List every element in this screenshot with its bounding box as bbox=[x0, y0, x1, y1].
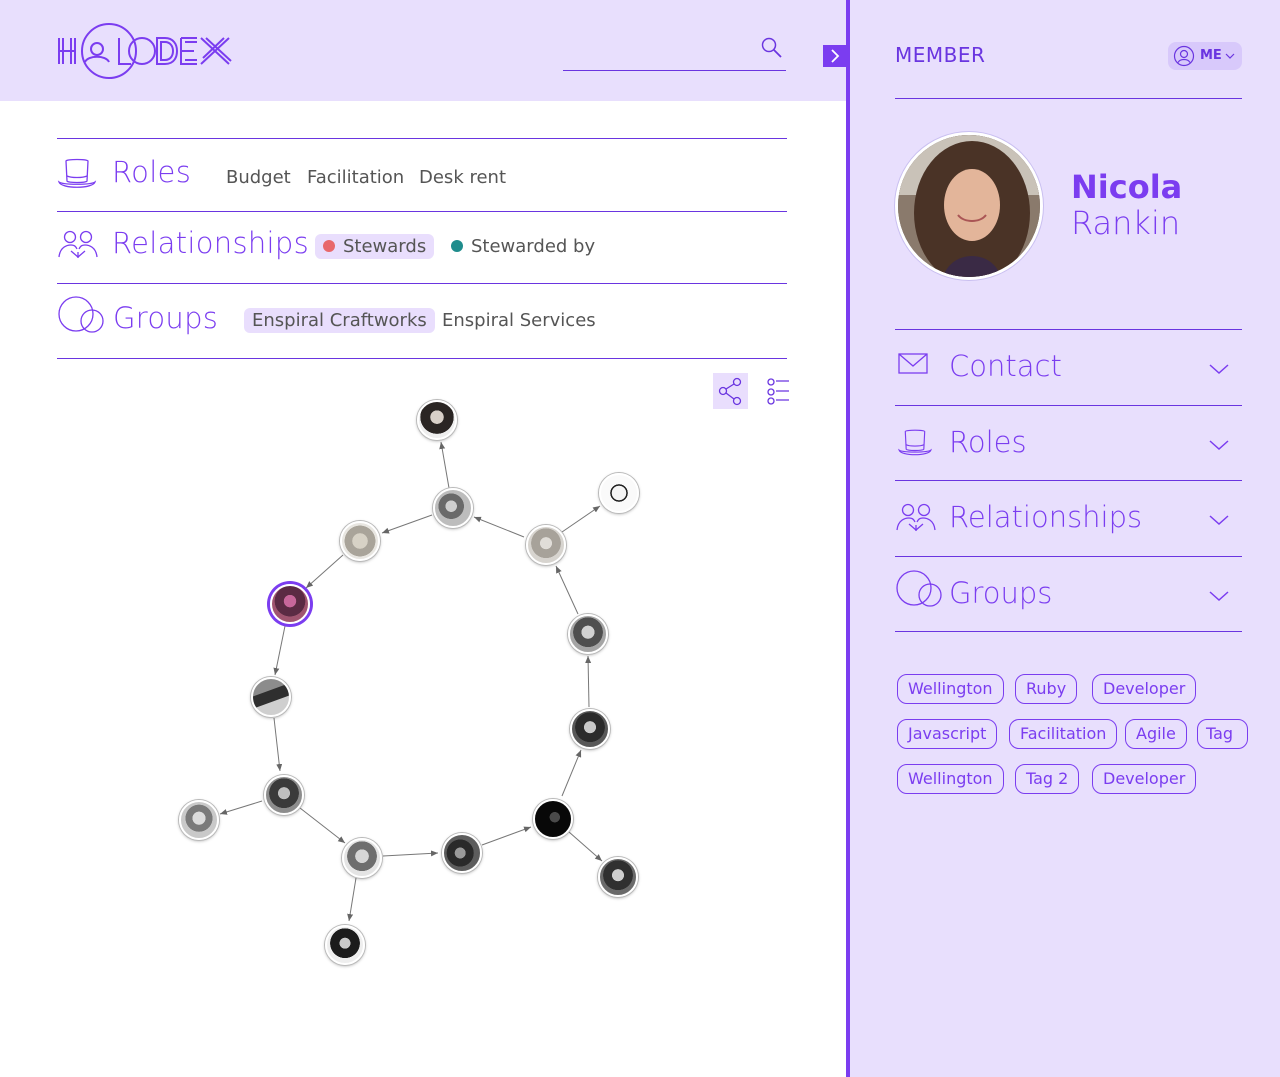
tag-chip[interactable]: Facilitation bbox=[1009, 719, 1118, 749]
tag-chip[interactable]: Wellington bbox=[897, 674, 1004, 704]
panel-header-divider bbox=[895, 98, 1242, 99]
member-node[interactable] bbox=[599, 473, 639, 513]
chevron-down-icon bbox=[1208, 360, 1230, 379]
accordion-roles[interactable]: Roles bbox=[895, 405, 1242, 480]
member-node[interactable] bbox=[342, 838, 382, 878]
chevron-down-icon bbox=[1208, 587, 1230, 606]
member-node[interactable] bbox=[251, 677, 291, 717]
member-node[interactable] bbox=[325, 925, 365, 965]
accordion-relationships-title: Relationships bbox=[949, 500, 1143, 534]
member-panel: MEMBER ME Nicola Rankin Contact Roles Re… bbox=[850, 0, 1280, 1077]
tag-chip[interactable]: Tag bbox=[1197, 719, 1248, 749]
main-area: Roles Budget Facilitation Desk rent Rela… bbox=[0, 0, 846, 1077]
member-node[interactable] bbox=[442, 833, 482, 873]
member-node[interactable] bbox=[568, 614, 608, 654]
member-last-name: Rankin bbox=[1071, 204, 1181, 242]
member-node[interactable] bbox=[533, 799, 573, 839]
member-node[interactable] bbox=[433, 488, 473, 528]
user-icon bbox=[1173, 45, 1195, 67]
chevron-down-icon bbox=[1208, 436, 1230, 455]
tag-chip[interactable]: Ruby bbox=[1015, 674, 1078, 704]
accordion-groups[interactable]: Groups bbox=[895, 556, 1242, 632]
top-hat-icon bbox=[895, 428, 935, 462]
panel-toggle-button[interactable] bbox=[823, 45, 846, 67]
relationship-graph-edges bbox=[219, 441, 603, 922]
member-node[interactable] bbox=[179, 800, 219, 840]
member-node[interactable] bbox=[598, 857, 638, 897]
member-node[interactable] bbox=[417, 400, 457, 440]
chevron-right-icon bbox=[831, 49, 840, 63]
accordion-contact-title: Contact bbox=[949, 349, 1062, 383]
member-node[interactable] bbox=[264, 775, 304, 815]
avatar bbox=[895, 132, 1043, 280]
member-node[interactable] bbox=[526, 525, 566, 565]
tag-chip[interactable]: Developer bbox=[1092, 674, 1197, 704]
chevron-down-icon bbox=[1208, 511, 1230, 530]
accordion-contact[interactable]: Contact bbox=[895, 329, 1242, 404]
panel-label: MEMBER bbox=[895, 43, 986, 67]
accordion-roles-title: Roles bbox=[949, 425, 1027, 459]
tag-chip[interactable]: Developer bbox=[1092, 764, 1197, 794]
member-node[interactable] bbox=[570, 709, 610, 749]
accordion-groups-title: Groups bbox=[949, 576, 1053, 610]
tag-chip[interactable]: Wellington bbox=[897, 764, 1004, 794]
envelope-icon bbox=[895, 348, 929, 378]
member-node-selected[interactable] bbox=[270, 584, 310, 624]
tag-chip[interactable]: Tag 2 bbox=[1015, 764, 1080, 794]
people-icon bbox=[895, 503, 937, 537]
accordion-relationships[interactable]: Relationships bbox=[895, 480, 1242, 555]
tag-chip[interactable]: Javascript bbox=[897, 719, 998, 749]
chevron-down-icon bbox=[1225, 53, 1235, 59]
groups-circles-icon bbox=[895, 569, 943, 613]
member-first-name: Nicola bbox=[1071, 168, 1183, 206]
member-node[interactable] bbox=[340, 521, 380, 561]
me-button[interactable]: ME bbox=[1168, 42, 1242, 70]
tag-chip[interactable]: Agile bbox=[1125, 719, 1187, 749]
